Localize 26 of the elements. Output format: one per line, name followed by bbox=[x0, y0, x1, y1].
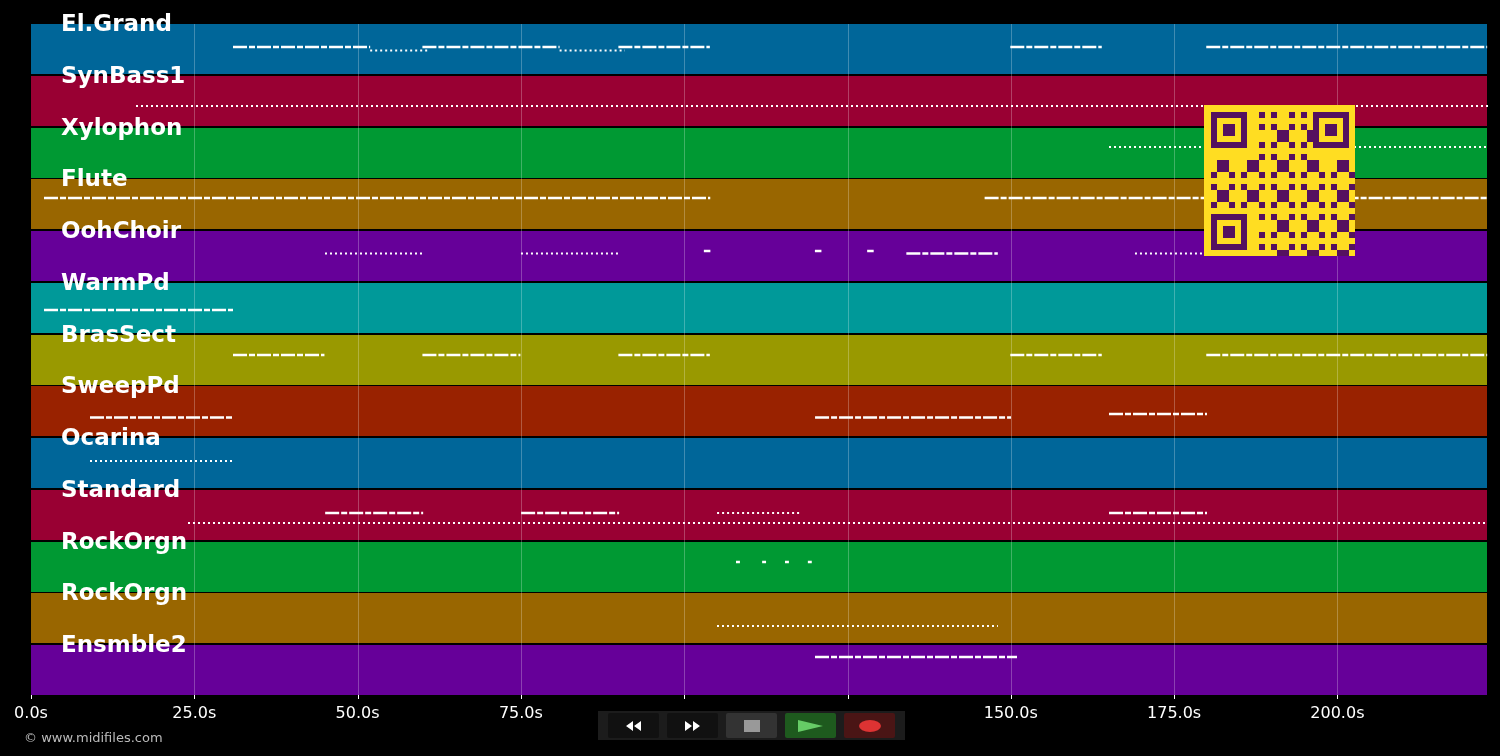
track-label: BrasSect bbox=[61, 322, 176, 346]
track-label: WarmPd bbox=[61, 270, 170, 294]
stop-button[interactable] bbox=[726, 713, 777, 738]
track-label: El.Grand bbox=[61, 12, 172, 35]
track-label: Xylophon bbox=[61, 115, 183, 139]
forward-button[interactable] bbox=[667, 713, 718, 738]
time-tick-label: 75.0s bbox=[498, 705, 543, 721]
copyright-text: © www.midifiles.com bbox=[24, 729, 163, 747]
time-tick-label: 200.0s bbox=[1310, 705, 1365, 721]
track-label: Ensmble2 bbox=[61, 633, 187, 656]
time-tick-label: 50.0s bbox=[335, 705, 380, 721]
time-tick-label: 175.0s bbox=[1147, 705, 1202, 721]
record-button[interactable] bbox=[844, 713, 895, 738]
fast-forward-icon bbox=[683, 718, 702, 733]
track-label: OohChoir bbox=[61, 219, 181, 242]
rewind-button[interactable] bbox=[608, 713, 659, 738]
stop-icon bbox=[742, 718, 761, 733]
rewind-icon bbox=[624, 718, 643, 733]
play-button[interactable] bbox=[785, 713, 836, 738]
track-label: RockOrgn bbox=[61, 529, 188, 553]
record-icon bbox=[857, 718, 882, 733]
time-tick-label: 150.0s bbox=[983, 705, 1038, 721]
time-tick-label: 0.0s bbox=[14, 705, 48, 721]
track-label: Flute bbox=[61, 167, 128, 191]
time-tick-label: 25.0s bbox=[172, 705, 217, 721]
track-label: RockOrgn bbox=[61, 581, 188, 605]
